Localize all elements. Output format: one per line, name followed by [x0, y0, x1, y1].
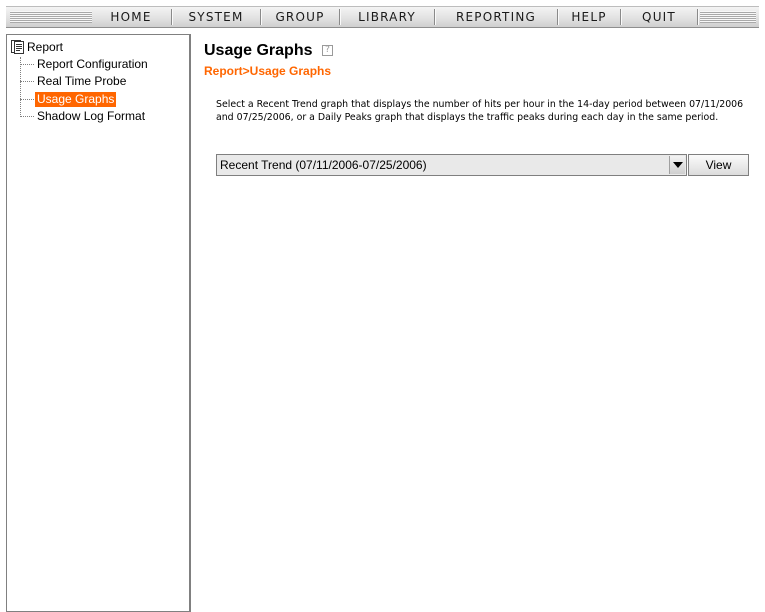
chevron-down-icon[interactable] — [669, 156, 685, 174]
menu-grip-right — [700, 11, 756, 23]
help-question-icon[interactable]: ? — [322, 45, 333, 56]
graph-description: Select a Recent Trend graph that display… — [216, 99, 744, 123]
menu-library[interactable]: LIBRARY — [341, 7, 433, 27]
tree-branch-line — [20, 98, 34, 100]
tree-branch-line — [20, 63, 34, 65]
menu-help[interactable]: HELP — [559, 7, 619, 27]
menu-system[interactable]: SYSTEM — [173, 7, 259, 27]
tree-item-label: Report Configuration — [37, 56, 148, 71]
view-button[interactable]: View — [688, 154, 749, 176]
menu-home[interactable]: HOME — [92, 7, 170, 27]
report-document-icon — [11, 40, 24, 54]
menu-strip: HOME SYSTEM GROUP LIBRARY REPORTING HELP… — [6, 6, 759, 28]
tree-item-shadow-log-format[interactable]: Shadow Log Format — [20, 108, 147, 124]
graph-type-selected-value: Recent Trend (07/11/2006-07/25/2006) — [220, 158, 427, 172]
breadcrumb: Report>Usage Graphs — [204, 64, 332, 78]
tree-branch-line — [20, 115, 34, 117]
tree-item-label: Usage Graphs — [35, 91, 117, 107]
tree-item-report-configuration[interactable]: Report Configuration — [20, 56, 150, 72]
top-menu-bar: HOME SYSTEM GROUP LIBRARY REPORTING HELP… — [0, 0, 765, 34]
menu-grip-left — [10, 11, 92, 23]
menu-quit[interactable]: QUIT — [622, 7, 696, 27]
tree-root-label: Report — [27, 40, 64, 54]
tree-root-report[interactable]: Report — [11, 39, 63, 55]
page-title: Usage Graphs — [204, 42, 313, 59]
tree-item-label: Shadow Log Format — [37, 108, 146, 123]
tree-item-usage-graphs[interactable]: Usage Graphs — [20, 91, 117, 107]
menu-reporting[interactable]: REPORTING — [436, 7, 556, 27]
tree-branch-line — [20, 80, 34, 82]
menu-group[interactable]: GROUP — [262, 7, 338, 27]
graph-type-select[interactable]: Recent Trend (07/11/2006-07/25/2006) — [216, 154, 687, 176]
tree-item-real-time-probe[interactable]: Real Time Probe — [20, 73, 128, 89]
tree-item-label: Real Time Probe — [37, 73, 127, 88]
report-nav-tree: Report Report Configuration Real Time Pr… — [6, 34, 191, 612]
menu-separator — [697, 9, 699, 25]
